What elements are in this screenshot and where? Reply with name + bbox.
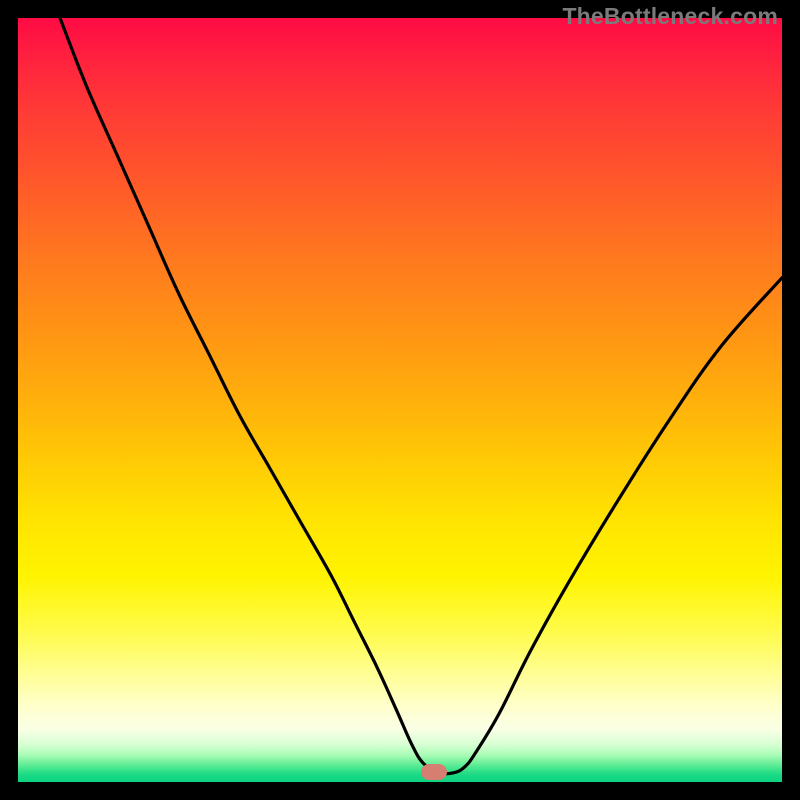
watermark-text: TheBottleneck.com	[562, 3, 778, 30]
plot-area	[18, 18, 782, 782]
optimum-marker	[421, 764, 447, 780]
chart-frame: TheBottleneck.com	[0, 0, 800, 800]
bottleneck-curve	[18, 18, 782, 782]
